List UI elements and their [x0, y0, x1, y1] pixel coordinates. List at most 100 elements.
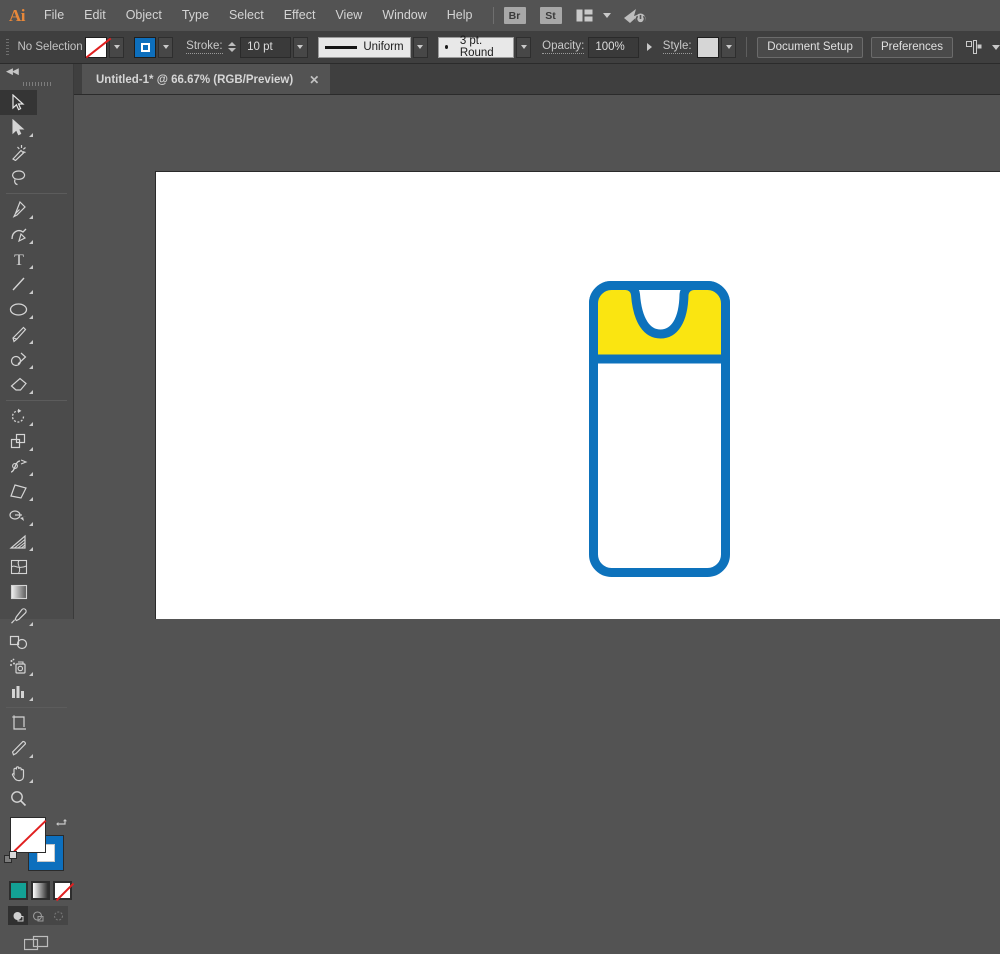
stroke-weight-stepper[interactable]	[228, 42, 238, 52]
opacity-expand-arrow-icon[interactable]	[647, 43, 652, 51]
collapse-panel-icon[interactable]: ◀◀	[0, 64, 73, 78]
menu-window[interactable]: Window	[372, 0, 436, 31]
menu-type[interactable]: Type	[172, 0, 219, 31]
preferences-button[interactable]: Preferences	[871, 37, 953, 58]
pen-tool[interactable]	[0, 197, 37, 222]
tool-group-transform	[0, 404, 73, 704]
direct-selection-tool[interactable]	[0, 115, 37, 140]
style-label: Style:	[663, 40, 692, 54]
tools-panel-grip[interactable]	[22, 78, 51, 90]
shape-builder-tool[interactable]	[0, 504, 37, 529]
none-swatch[interactable]	[53, 881, 72, 900]
eyedropper-tool[interactable]	[0, 604, 37, 629]
tools-divider	[6, 707, 67, 708]
symbol-sprayer-tool[interactable]	[0, 654, 37, 679]
graphic-style-swatch[interactable]	[697, 37, 720, 58]
rotate-tool[interactable]	[0, 404, 37, 429]
default-fill-stroke-icon[interactable]	[4, 851, 19, 871]
menu-edit[interactable]: Edit	[74, 0, 116, 31]
menu-file[interactable]: File	[34, 0, 74, 31]
workspace-chevron-down-icon[interactable]	[603, 13, 611, 18]
eraser-tool[interactable]	[0, 372, 37, 397]
canvas-area[interactable]	[74, 95, 1000, 619]
uniform-profile-icon	[325, 46, 358, 49]
document-tab-label: Untitled-1* @ 66.67% (RGB/Preview)	[96, 74, 293, 86]
brush-definition-chevron-down-icon[interactable]	[516, 37, 531, 58]
shaper-tool[interactable]	[0, 347, 37, 372]
artboard-tool[interactable]	[0, 711, 37, 736]
tools-panel: ◀◀ T	[0, 64, 74, 619]
stroke-dropdown-chevron-down-icon[interactable]	[158, 37, 173, 58]
menu-object[interactable]: Object	[116, 0, 172, 31]
close-icon[interactable]: ✕	[293, 65, 330, 95]
change-screen-mode-icon[interactable]	[0, 934, 73, 954]
menu-bar: Ai File Edit Object Type Select Effect V…	[0, 0, 1000, 31]
mesh-tool[interactable]	[0, 554, 37, 579]
line-segment-tool[interactable]	[0, 272, 37, 297]
width-tool[interactable]	[0, 454, 37, 479]
stroke-color-swatch[interactable]	[134, 37, 156, 58]
workspace-layout-icon[interactable]	[576, 9, 593, 22]
menu-effect[interactable]: Effect	[274, 0, 326, 31]
draw-mode-group	[8, 906, 73, 925]
free-transform-tool[interactable]	[0, 479, 37, 504]
slice-tool[interactable]	[0, 736, 37, 761]
style-chevron-down-icon[interactable]	[721, 37, 736, 58]
tool-group-navigation	[0, 711, 73, 811]
control-bar: No Selection Stroke: 10 pt Uniform 3 pt.…	[0, 31, 1000, 64]
stroke-profile-select[interactable]: Uniform	[318, 37, 411, 58]
perspective-grid-tool[interactable]	[0, 529, 37, 554]
artboard[interactable]	[155, 171, 1000, 619]
column-graph-tool[interactable]	[0, 679, 37, 704]
brush-definition-value: 3 pt. Round	[460, 35, 507, 59]
stroke-weight-input[interactable]: 10 pt	[240, 37, 290, 58]
search-adobe-icon[interactable]	[623, 7, 647, 25]
swap-fill-stroke-icon[interactable]	[55, 815, 69, 833]
control-bar-divider	[746, 37, 747, 57]
scale-tool[interactable]	[0, 429, 37, 454]
blend-tool[interactable]	[0, 629, 37, 654]
type-tool[interactable]: T	[0, 247, 37, 272]
round-brush-icon	[445, 45, 448, 49]
fill-color-box[interactable]	[10, 817, 46, 853]
tool-group-drawing: T	[0, 197, 73, 397]
stroke-weight-chevron-down-icon[interactable]	[293, 37, 308, 58]
magic-wand-tool[interactable]	[0, 140, 37, 165]
lasso-tool[interactable]	[0, 165, 37, 190]
fill-dropdown-chevron-down-icon[interactable]	[109, 37, 124, 58]
selection-status: No Selection	[17, 41, 85, 53]
curvature-tool[interactable]	[0, 222, 37, 247]
align-objects-icon[interactable]	[966, 40, 983, 55]
color-swatch[interactable]	[9, 881, 28, 900]
gradient-tool[interactable]	[0, 579, 37, 604]
fill-color-swatch[interactable]	[85, 37, 107, 58]
draw-inside-mode-icon[interactable]	[48, 906, 68, 925]
bridge-icon[interactable]: Br	[504, 7, 526, 24]
control-bar-grip[interactable]	[6, 39, 9, 56]
opacity-input[interactable]: 100%	[588, 37, 638, 58]
document-tab[interactable]: Untitled-1* @ 66.67% (RGB/Preview) ✕	[82, 64, 330, 94]
draw-normal-mode-icon[interactable]	[8, 906, 28, 925]
notched-card-shape[interactable]	[584, 281, 744, 586]
selection-tool[interactable]	[0, 90, 37, 115]
stroke-profile-chevron-down-icon[interactable]	[413, 37, 428, 58]
ellipse-tool[interactable]	[0, 297, 37, 322]
menu-select[interactable]: Select	[219, 0, 274, 31]
draw-behind-mode-icon[interactable]	[28, 906, 48, 925]
stock-icon[interactable]: St	[540, 7, 562, 24]
tools-divider	[6, 400, 67, 401]
zoom-tool[interactable]	[0, 786, 37, 811]
gradient-swatch[interactable]	[31, 881, 50, 900]
paintbrush-tool[interactable]	[0, 322, 37, 347]
align-chevron-down-icon[interactable]	[992, 45, 1000, 50]
hand-tool[interactable]	[0, 761, 37, 786]
fill-stroke-control	[0, 815, 73, 877]
document-setup-button[interactable]: Document Setup	[757, 37, 863, 58]
color-mode-swatches	[0, 877, 73, 900]
menu-divider	[493, 7, 494, 24]
stroke-weight-label: Stroke:	[186, 40, 222, 54]
brush-definition-select[interactable]: 3 pt. Round	[438, 37, 515, 58]
tools-divider	[6, 193, 67, 194]
menu-help[interactable]: Help	[437, 0, 483, 31]
menu-view[interactable]: View	[325, 0, 372, 31]
